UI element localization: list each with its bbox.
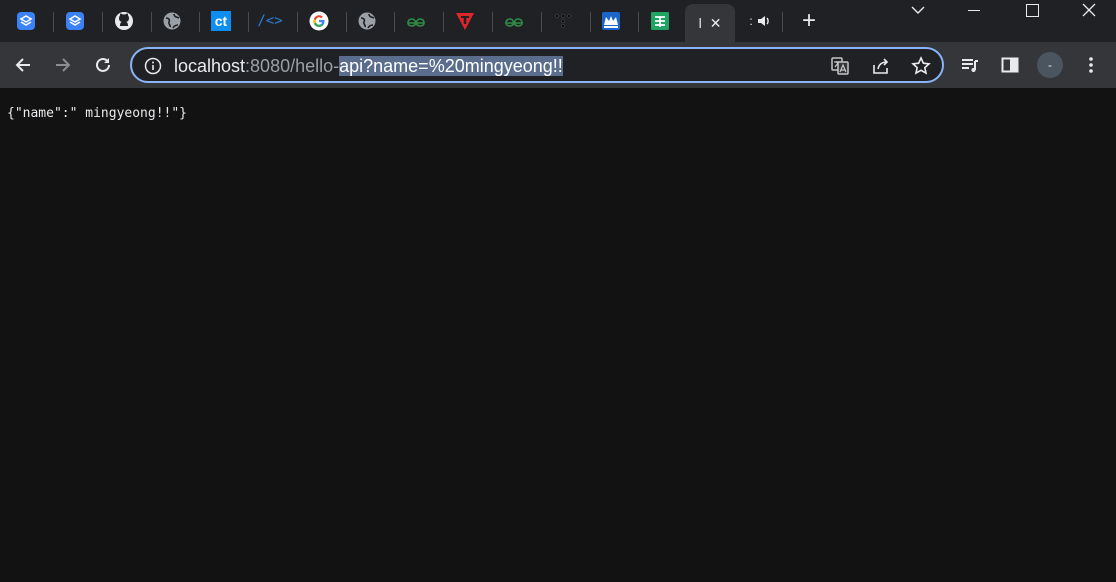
avatar: - xyxy=(1037,52,1063,78)
tab[interactable] xyxy=(490,4,538,38)
tab[interactable] xyxy=(51,4,99,38)
side-panel-button[interactable] xyxy=(996,51,1024,79)
info-icon[interactable] xyxy=(144,57,162,75)
star-icon[interactable] xyxy=(911,56,931,76)
url-selection: api?name=%20mingyeong!! xyxy=(339,56,563,76)
stack-blue-icon xyxy=(17,12,35,30)
ct-icon: ct xyxy=(211,11,231,31)
new-tab-button[interactable]: + xyxy=(786,4,832,38)
kebab-menu-icon xyxy=(1089,57,1093,73)
tab[interactable] xyxy=(343,4,391,38)
url-path: :8080/hello- xyxy=(245,56,340,76)
globe-icon xyxy=(163,12,181,30)
tab[interactable] xyxy=(392,4,440,38)
minimize-button[interactable] xyxy=(951,0,997,20)
tab[interactable] xyxy=(441,4,489,38)
tab[interactable] xyxy=(587,4,635,38)
avatar-initial: - xyxy=(1048,58,1052,72)
close-tab-icon[interactable]: ✕ xyxy=(710,15,722,32)
json-response-text: {"name":" mingyeong!!"} xyxy=(7,106,188,121)
code-brackets-icon: /<> xyxy=(257,13,283,29)
address-bar[interactable]: localhost:8080/hello-api?name=%20mingyeo… xyxy=(130,47,944,83)
tab-strip: ct /<> l ✕ : + xyxy=(0,0,1116,42)
stack-blue-icon xyxy=(66,12,84,30)
profile-button[interactable]: - xyxy=(1036,51,1064,79)
geeksforgeeks-icon xyxy=(505,18,523,27)
tab-search-button[interactable] xyxy=(906,0,930,20)
maximize-button[interactable] xyxy=(1009,0,1055,20)
browser-toolbar: localhost:8080/hello-api?name=%20mingyeo… xyxy=(0,42,1116,88)
tab[interactable] xyxy=(148,4,196,38)
geeksforgeeks-icon xyxy=(407,18,425,27)
tab-title: : xyxy=(749,14,753,28)
red-shield-icon xyxy=(456,13,474,30)
arrow-left-icon xyxy=(15,58,30,72)
tab[interactable] xyxy=(295,4,343,38)
maximize-icon xyxy=(1025,3,1039,17)
tab[interactable] xyxy=(539,4,587,38)
menu-button[interactable] xyxy=(1077,51,1105,79)
tab[interactable] xyxy=(2,4,50,38)
tab[interactable] xyxy=(636,4,684,38)
tab[interactable]: /<> xyxy=(246,4,294,38)
reload-icon xyxy=(96,57,110,72)
close-window-button[interactable] xyxy=(1066,0,1112,20)
close-icon xyxy=(1082,3,1096,17)
chevron-down-icon xyxy=(911,6,925,14)
ct-icon-text: ct xyxy=(214,13,228,29)
page-content: {"name":" mingyeong!!"} xyxy=(0,88,1116,582)
url-host: localhost xyxy=(174,56,246,76)
playlist-music-icon xyxy=(962,59,978,72)
tab-active[interactable]: l ✕ xyxy=(685,4,735,42)
github-icon xyxy=(115,12,133,30)
back-button[interactable] xyxy=(9,51,37,79)
url-text[interactable]: localhost:8080/hello-api?name=%20mingyeo… xyxy=(174,56,563,76)
minimize-icon xyxy=(968,9,980,11)
arrow-right-icon xyxy=(56,58,71,72)
speaker-icon[interactable] xyxy=(757,14,771,28)
media-control-button[interactable] xyxy=(956,51,984,79)
translate-icon[interactable] xyxy=(830,56,850,76)
tab-audio[interactable]: : xyxy=(736,4,784,38)
share-icon[interactable] xyxy=(871,56,891,76)
forward-button[interactable] xyxy=(49,51,77,79)
google-icon xyxy=(309,11,329,31)
tab[interactable] xyxy=(100,4,148,38)
sheets-icon xyxy=(651,12,669,30)
side-panel-icon xyxy=(1001,57,1019,73)
crown-icon xyxy=(602,12,620,30)
dots-icon xyxy=(555,14,571,28)
tab-title: l xyxy=(698,15,702,31)
plus-icon: + xyxy=(801,7,816,34)
globe-icon xyxy=(358,12,376,30)
reload-button[interactable] xyxy=(89,51,117,79)
tab[interactable]: ct xyxy=(197,4,245,38)
